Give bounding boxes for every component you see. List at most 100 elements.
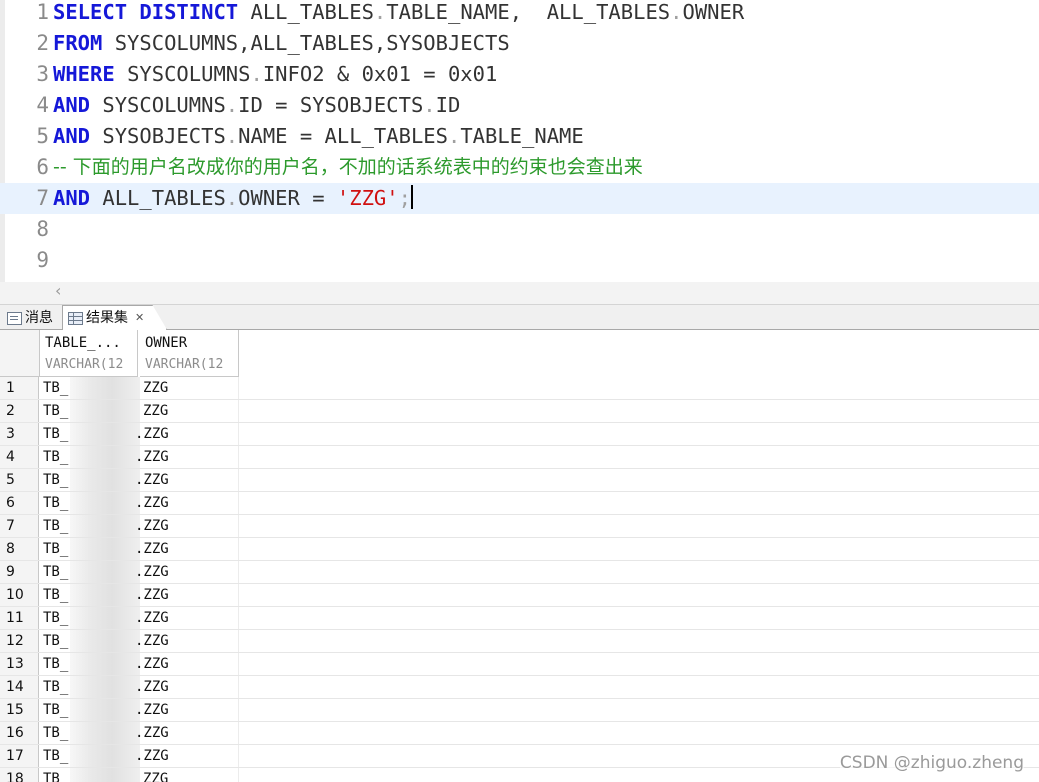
- code-line-4[interactable]: 4 AND SYSCOLUMNS.ID = SYSOBJECTS.ID: [0, 90, 1039, 121]
- comma: ,: [509, 0, 523, 24]
- cell-table-name[interactable]: TB_: [43, 653, 68, 675]
- result-grid[interactable]: TABLE_... VARCHAR(12 OWNER VARCHAR(12 1T…: [0, 330, 1039, 782]
- cell-table-name[interactable]: TB_: [43, 492, 68, 514]
- tab-resultset[interactable]: 结果集 ✕: [62, 305, 168, 330]
- row-number[interactable]: 17: [0, 745, 39, 767]
- row-number[interactable]: 9: [0, 561, 39, 583]
- cell-table-name[interactable]: TB_: [43, 607, 68, 629]
- cell-owner[interactable]: .ZZG: [135, 446, 169, 468]
- table-row[interactable]: 6 TB_ .ZZG: [0, 492, 1039, 515]
- cell-table-name[interactable]: TB_: [43, 676, 68, 698]
- row-number[interactable]: 13: [0, 653, 39, 675]
- cell-table-name[interactable]: TB_: [43, 768, 68, 782]
- row-number[interactable]: 12: [0, 630, 39, 652]
- row-number[interactable]: 10: [0, 584, 39, 606]
- cell-owner[interactable]: .ZZG: [135, 492, 169, 514]
- cell-owner[interactable]: .ZZG: [135, 722, 169, 744]
- cell-table-name[interactable]: TB_: [43, 515, 68, 537]
- code-text: AND SYSCOLUMNS.ID = SYSOBJECTS.ID: [53, 90, 460, 121]
- cell-owner[interactable]: .ZZG: [135, 607, 169, 629]
- table-row[interactable]: 14 TB_ .ZZG: [0, 676, 1039, 699]
- cell-owner[interactable]: .ZZG: [135, 538, 169, 560]
- cell-table-name[interactable]: TB_: [43, 446, 68, 468]
- editor-horizontal-scrollbar[interactable]: ‹: [0, 281, 1039, 305]
- code-text: AND SYSOBJECTS.NAME = ALL_TABLES.TABLE_N…: [53, 121, 584, 152]
- cell-table-name[interactable]: TB_: [43, 561, 68, 583]
- table-row[interactable]: 16 TB_ .ZZG: [0, 722, 1039, 745]
- cell-table-name[interactable]: TB_: [43, 745, 68, 767]
- expression: INFO2 & 0x01 = 0x01: [262, 62, 498, 86]
- table-row[interactable]: 10 TB_ .ZZG: [0, 584, 1039, 607]
- cell-table-name[interactable]: TB_: [43, 722, 68, 744]
- cell-owner[interactable]: .ZZG: [135, 515, 169, 537]
- close-icon[interactable]: ✕: [135, 307, 144, 329]
- row-number[interactable]: 7: [0, 515, 39, 537]
- column-header-owner[interactable]: OWNER VARCHAR(12: [140, 330, 239, 377]
- cell-owner[interactable]: .ZZG: [135, 653, 169, 675]
- table-row[interactable]: 5 TB_ .ZZG: [0, 469, 1039, 492]
- table-row[interactable]: 11 TB_ .ZZG: [0, 607, 1039, 630]
- table-row[interactable]: 12 TB_ .ZZG: [0, 630, 1039, 653]
- cell-table-name[interactable]: TB_: [43, 538, 68, 560]
- semicolon: ;: [398, 186, 411, 210]
- code-line-2[interactable]: 2 FROM SYSCOLUMNS,ALL_TABLES,SYSOBJECTS: [0, 28, 1039, 59]
- table-row[interactable]: 9 TB_ .ZZG: [0, 561, 1039, 584]
- row-number[interactable]: 2: [0, 400, 39, 422]
- cell-table-name[interactable]: TB_: [43, 630, 68, 652]
- cell-owner[interactable]: ZZG: [143, 400, 168, 422]
- cell-owner[interactable]: .ZZG: [135, 745, 169, 767]
- code-line-6[interactable]: 6 -- 下面的用户名改成你的用户名，不加的话系统表中的约束也会查出来: [0, 152, 1039, 183]
- table-row[interactable]: 3 TB_ .ZZG: [0, 423, 1039, 446]
- cell-owner[interactable]: .ZZG: [135, 676, 169, 698]
- row-number[interactable]: 18: [0, 768, 39, 782]
- tab-messages[interactable]: 消息: [7, 307, 53, 329]
- cell-table-name[interactable]: TB_: [43, 377, 68, 399]
- cell-table-name[interactable]: TB_: [43, 423, 68, 445]
- row-number[interactable]: 1: [0, 377, 39, 399]
- code-line-7[interactable]: 7 AND ALL_TABLES.OWNER = 'ZZG';: [0, 183, 1039, 214]
- row-number[interactable]: 15: [0, 699, 39, 721]
- line-number: 1: [36, 0, 49, 24]
- cell-table-name[interactable]: TB_: [43, 400, 68, 422]
- row-number[interactable]: 5: [0, 469, 39, 491]
- row-number[interactable]: 14: [0, 676, 39, 698]
- code-line-1[interactable]: 1 SELECT DISTINCT ALL_TABLES.TABLE_NAME,…: [0, 0, 1039, 28]
- sql-editor[interactable]: 1 SELECT DISTINCT ALL_TABLES.TABLE_NAME,…: [0, 0, 1039, 282]
- row-number[interactable]: 16: [0, 722, 39, 744]
- messages-icon: [7, 311, 22, 325]
- row-number[interactable]: 3: [0, 423, 39, 445]
- cell-owner[interactable]: ZZG: [143, 768, 168, 782]
- cell-owner[interactable]: .ZZG: [135, 423, 169, 445]
- row-number[interactable]: 4: [0, 446, 39, 468]
- grid-corner-cell[interactable]: [0, 330, 40, 377]
- cell-table-name[interactable]: TB_: [43, 699, 68, 721]
- code-line-9[interactable]: 9: [0, 245, 1039, 276]
- row-number[interactable]: 6: [0, 492, 39, 514]
- code-line-8[interactable]: 8: [0, 214, 1039, 245]
- table-row[interactable]: 4 TB_ .ZZG: [0, 446, 1039, 469]
- cell-table-name[interactable]: TB_: [43, 584, 68, 606]
- redacted-area: [70, 745, 140, 767]
- column-name: OWNER: [145, 335, 188, 351]
- cell-owner[interactable]: .ZZG: [135, 469, 169, 491]
- cell-table-name[interactable]: TB_: [43, 469, 68, 491]
- chevron-left-icon[interactable]: ‹: [55, 281, 61, 300]
- dot: .: [423, 93, 436, 117]
- table-row[interactable]: 15 TB_ .ZZG: [0, 699, 1039, 722]
- operator: =: [312, 186, 325, 210]
- table-row[interactable]: 2 TB_ ZZG: [0, 400, 1039, 423]
- table-row[interactable]: 13 TB_ .ZZG: [0, 653, 1039, 676]
- column-header-table-name[interactable]: TABLE_... VARCHAR(12: [40, 330, 138, 377]
- table-row[interactable]: 1 TB_ ZZG: [0, 377, 1039, 400]
- table-row[interactable]: 8 TB_ .ZZG: [0, 538, 1039, 561]
- row-number[interactable]: 11: [0, 607, 39, 629]
- cell-owner[interactable]: .ZZG: [135, 630, 169, 652]
- table-row[interactable]: 7 TB_ .ZZG: [0, 515, 1039, 538]
- code-line-5[interactable]: 5 AND SYSOBJECTS.NAME = ALL_TABLES.TABLE…: [0, 121, 1039, 152]
- cell-owner[interactable]: .ZZG: [135, 699, 169, 721]
- cell-owner[interactable]: ZZG: [143, 377, 168, 399]
- code-line-3[interactable]: 3 WHERE SYSCOLUMNS.INFO2 & 0x01 = 0x01: [0, 59, 1039, 90]
- cell-owner[interactable]: .ZZG: [135, 584, 169, 606]
- cell-owner[interactable]: .ZZG: [135, 561, 169, 583]
- row-number[interactable]: 8: [0, 538, 39, 560]
